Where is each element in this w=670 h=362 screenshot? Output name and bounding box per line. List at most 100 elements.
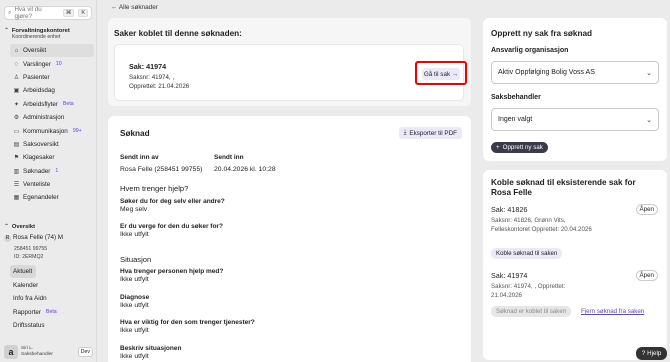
link-case-button[interactable]: Koble søknad til saken bbox=[491, 248, 563, 259]
sidebar-item-varslinger[interactable]: ♢ Varslinger 10 bbox=[10, 57, 94, 70]
sidebar-item-arbeidsflyter[interactable]: ✦ Arbeidsflyter Beta bbox=[10, 98, 94, 111]
question-icon: ? bbox=[641, 350, 646, 357]
person-phone: 258451 99755 bbox=[14, 246, 48, 252]
linked-cases-title: Saker koblet til denne søknaden: bbox=[114, 29, 242, 38]
sidebar-item-venteliste[interactable]: ☰ Venteliste bbox=[10, 178, 94, 191]
handler-select[interactable]: Ingen valgt ⌄ bbox=[491, 108, 659, 131]
sidebar-item-label: Administrasjon bbox=[23, 114, 65, 122]
status-badge: Åpen bbox=[635, 270, 658, 281]
remove-link[interactable]: Fjern søknad fra saken bbox=[581, 308, 644, 315]
sidebar-item-egenandeler[interactable]: ▦ Egenandeler bbox=[10, 191, 94, 204]
new-case-title: Opprett ny sak fra søknad bbox=[491, 29, 593, 38]
search-icon: ⌕ bbox=[8, 9, 12, 16]
sidebar-item-label: Varslinger bbox=[23, 60, 51, 68]
person-nav-label: Aktuelt bbox=[13, 268, 33, 275]
person-nav-rapporter[interactable]: Rapporter Beta bbox=[10, 306, 94, 319]
person-section-toggle[interactable]: ⌃ Oversikt bbox=[4, 224, 35, 230]
answer: Ikke utfylt bbox=[120, 353, 149, 360]
create-case-button[interactable]: + Opprett ny sak bbox=[491, 142, 548, 153]
briefcase-icon: ▣ bbox=[13, 88, 20, 95]
person-icon: ♙ bbox=[13, 74, 20, 81]
env-badge[interactable]: Dev bbox=[77, 346, 93, 357]
arrow-left-icon: ← bbox=[111, 4, 118, 11]
sidebar-item-oversikt[interactable]: ⌂ Oversikt bbox=[10, 44, 94, 58]
k-key: K bbox=[78, 9, 88, 17]
receipt-icon: ▦ bbox=[13, 195, 20, 202]
question: Hva trenger personen hjelp med? bbox=[120, 268, 224, 275]
question: Beskriv situasjonen bbox=[120, 345, 182, 352]
sidebar-item-label: Venteliste bbox=[23, 181, 51, 189]
case-title: Sak: 41974 bbox=[491, 271, 528, 280]
case-meta: Saksnr: 41826, Grønn Vits, Felleskontore… bbox=[491, 217, 592, 233]
application-card: Søknad ⤓ Eksporter til PDF Sendt inn av Ro… bbox=[108, 116, 471, 362]
plus-icon: + bbox=[496, 144, 500, 151]
person-nav-label: Rapporter bbox=[13, 308, 42, 316]
sidebar-item-label: Oversikt bbox=[23, 47, 47, 55]
highlight-box: Gå til sak → bbox=[415, 61, 467, 85]
chat-icon: ▭ bbox=[13, 128, 20, 135]
goto-case-button[interactable]: Gå til sak → bbox=[422, 68, 460, 80]
inbox-icon: ▥ bbox=[13, 168, 20, 175]
chevron-up-icon: ⌃ bbox=[4, 224, 9, 230]
answer: Ikke utfylt bbox=[120, 276, 149, 283]
question: Diagnose bbox=[120, 294, 150, 301]
user-role: Saksbehandler bbox=[21, 351, 54, 357]
case-title: Sak: 41826 bbox=[491, 205, 528, 214]
sidebar-item-saksoversikt[interactable]: ▤ Saksoversikt bbox=[10, 138, 94, 151]
count-badge: 10 bbox=[53, 60, 64, 69]
linked-case-button: Søknad er koblet til saken bbox=[491, 306, 572, 317]
folder-icon: ▤ bbox=[13, 141, 20, 148]
gear-icon: ⚙ bbox=[13, 115, 20, 122]
sidebar-item-label: Arbeidsdag bbox=[23, 87, 55, 95]
question: Hva er viktig for den som trenger tjenes… bbox=[120, 319, 255, 326]
new-case-card: Opprett ny sak fra søknad Ansvarlig orga… bbox=[483, 18, 667, 161]
person-avatar: R bbox=[4, 235, 11, 242]
person-nav-label: Info fra Aidn bbox=[13, 295, 47, 303]
count-badge: 1 bbox=[53, 167, 61, 176]
sidebar-item-kommunikasjon[interactable]: ▭ Kommunikasjon 99+ bbox=[10, 124, 94, 137]
download-icon: ⤓ bbox=[403, 129, 407, 136]
sidebar-item-administrasjon[interactable]: ⚙ Administrasjon bbox=[10, 111, 94, 124]
back-link[interactable]: ← Alle søknader bbox=[111, 4, 158, 11]
link-case-card: Koble søknad til eksisterende sak for Ro… bbox=[483, 170, 667, 360]
sent-label: Sendt inn bbox=[214, 154, 244, 161]
sent-by-value: Rosa Felle (258451 99755) bbox=[120, 166, 203, 173]
sent-by-label: Sendt inn av bbox=[120, 154, 159, 161]
handler-label: Saksbehandler bbox=[491, 94, 541, 101]
sidebar-item-pasienter[interactable]: ♙ Pasienter bbox=[10, 71, 94, 84]
sidebar-item-label: Saksoversikt bbox=[23, 140, 59, 148]
org-section-toggle[interactable]: ⌃ Forvaltningskontoret Koordinerende enhe… bbox=[4, 28, 70, 40]
case-created: Opprettet: 21.04.2026 bbox=[129, 82, 190, 90]
chevron-up-icon: ⌃ bbox=[4, 28, 9, 34]
chevron-down-icon: ⌄ bbox=[646, 116, 652, 124]
sidebar-item-label: Søknader bbox=[23, 167, 51, 175]
person-nav-aktuelt[interactable]: Aktuelt bbox=[10, 265, 36, 278]
search-input[interactable]: ⌕ Hva vil du gjøre? ⌘ K bbox=[4, 6, 92, 20]
sidebar-item-klagesaker[interactable]: ⚑ Klagesaker bbox=[10, 151, 94, 164]
case-title: Sak: 41974 bbox=[129, 62, 167, 71]
count-badge: Beta bbox=[61, 100, 76, 109]
home-icon: ⌂ bbox=[14, 47, 19, 54]
status-badge: Åpen bbox=[635, 204, 658, 215]
person-nav-kalender[interactable]: Kalender bbox=[10, 279, 94, 292]
export-pdf-button[interactable]: ⤓ Eksporter til PDF bbox=[398, 127, 462, 139]
help-button[interactable]: ? Hjelp bbox=[636, 347, 667, 360]
sidebar-item-label: Kommunikasjon bbox=[23, 127, 68, 135]
user-bar[interactable]: a Siri L. Saksbehandler Dev bbox=[4, 343, 93, 360]
sidebar-item-arbeidsdag[interactable]: ▣ Arbeidsdag bbox=[10, 84, 94, 97]
person-nav-driftsstatus[interactable]: Driftsstatus bbox=[10, 319, 94, 332]
form-title: Søknad bbox=[120, 129, 150, 138]
person-nav-info-fra-aidn[interactable]: Info fra Aidn bbox=[10, 292, 94, 305]
case-saksnr: Saksnr: 41974, , bbox=[129, 74, 175, 81]
person-card[interactable]: R Rosa Felle (74) M 258451 99755 ID: 2ERMQ… bbox=[4, 234, 94, 261]
section-situation: Situasjon bbox=[120, 255, 152, 264]
sidebar-item-søknader[interactable]: ▥ Søknader 1 bbox=[10, 165, 94, 178]
sparkle-icon: ✦ bbox=[13, 101, 20, 108]
app-logo: a bbox=[4, 344, 18, 359]
chevron-down-icon: ⌄ bbox=[646, 69, 652, 77]
arrow-right-icon: → bbox=[451, 70, 459, 78]
sidebar-nav: ⌂ Oversikt ♢ Varslinger 10 ♙ Pasienter ▣ Arbeids… bbox=[10, 44, 94, 205]
question: Er du verge for den du søker for? bbox=[120, 223, 223, 230]
org-subtitle: Koordinerende enhet bbox=[11, 34, 61, 40]
org-select[interactable]: Aktiv Oppfølging Bolig Voss AS ⌄ bbox=[491, 61, 659, 84]
